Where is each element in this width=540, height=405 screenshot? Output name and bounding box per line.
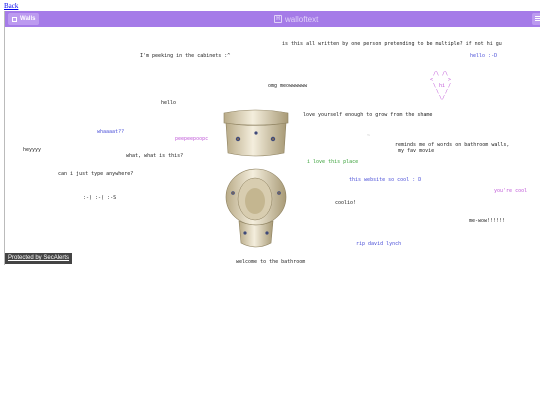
brand[interactable]: H walloftext bbox=[274, 14, 318, 24]
wall-note: is this all written by one person preten… bbox=[282, 41, 502, 47]
wall-note: love yourself enough to grow from the sh… bbox=[303, 112, 433, 118]
menu-button[interactable] bbox=[532, 13, 540, 25]
walls-button-label: Walls bbox=[20, 16, 36, 22]
wall-note: hello bbox=[161, 100, 177, 106]
wall-note: can i just type anywhere? bbox=[58, 171, 134, 177]
wall-note: hello :-D bbox=[470, 53, 498, 59]
wall-note: ~ bbox=[367, 133, 371, 139]
wall-note: you're cool bbox=[494, 188, 528, 194]
wall-note: welcome to the bathroom bbox=[236, 259, 306, 265]
wall-note: reminds me of words on bathroom walls, m… bbox=[395, 142, 510, 154]
toilet-image bbox=[223, 109, 289, 248]
wall-note: i love this place bbox=[307, 159, 359, 165]
wall-note: me-wow!!!!!! bbox=[469, 218, 506, 224]
walls-button[interactable]: Walls bbox=[8, 13, 40, 25]
wall-note: whaaaat?? bbox=[97, 129, 125, 135]
brand-name: walloftext bbox=[285, 14, 319, 24]
wall-note: :-) :-( :-S bbox=[83, 195, 117, 201]
back-link[interactable]: Back bbox=[4, 2, 18, 10]
wall-note: rip david lynch bbox=[356, 241, 402, 247]
grid-icon bbox=[12, 16, 17, 22]
wall-note: this website so cool : D bbox=[349, 177, 422, 183]
wall-note: heyyyy bbox=[23, 147, 42, 153]
wall-note: peepeepoopc bbox=[175, 136, 209, 142]
menu-icon bbox=[535, 16, 540, 17]
wall-canvas[interactable]: Walls H walloftext is this all written b… bbox=[4, 11, 540, 265]
wall-note: what, what is this? bbox=[126, 153, 184, 159]
wall-note: omg meowwwwww bbox=[268, 83, 308, 89]
top-bar: Walls H walloftext bbox=[5, 11, 540, 27]
wall-note: I'm peeking in the cabinets :^ bbox=[140, 53, 231, 59]
logo-icon: H bbox=[274, 15, 282, 23]
secalerts-badge[interactable]: Protected by SecAlerts bbox=[5, 253, 73, 264]
wall-note: /\ /\ < > \ hi / \ / \/ bbox=[430, 71, 452, 101]
wall-note: coolio! bbox=[335, 200, 357, 206]
